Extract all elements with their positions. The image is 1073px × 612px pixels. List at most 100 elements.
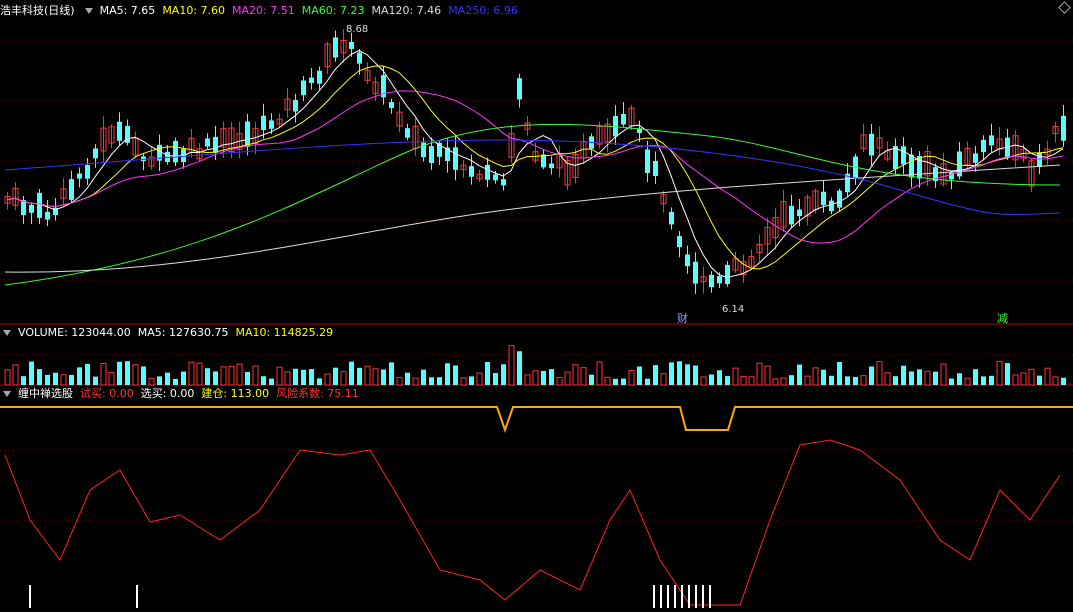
volume-bars[interactable] — [4, 345, 1066, 386]
jiancang-line — [0, 406, 1073, 434]
volume-bar-down — [725, 376, 730, 385]
chart-canvas: 8.68 6.14 财 减 — [0, 24, 1073, 608]
volume-bar-down — [445, 363, 450, 385]
volume-bar-down — [301, 369, 306, 385]
volume-bar-down — [685, 364, 690, 385]
volume-bar-up — [196, 362, 203, 386]
volume-bar-down — [693, 365, 698, 385]
moving-average-lines — [4, 50, 1064, 286]
volume-bar-down — [29, 361, 34, 385]
volume-bar-up — [100, 363, 107, 386]
candle-down — [901, 146, 906, 165]
volume-bar-up — [460, 377, 467, 386]
volume-bar-down — [829, 375, 834, 385]
indicator-label: 建仓: 113.00 — [201, 387, 270, 400]
candle-down — [989, 135, 994, 146]
marker-jian[interactable]: 减 — [997, 312, 1008, 325]
candlestick-series[interactable] — [4, 29, 1066, 294]
ma-label: MA5: 7.65 — [99, 4, 156, 17]
volume-bar-down — [37, 369, 42, 385]
volume-bar-down — [957, 373, 962, 385]
volume-bar-down — [821, 369, 826, 385]
volume-bar-down — [269, 378, 274, 385]
volume-bar-down — [493, 373, 498, 385]
candle-down — [829, 200, 834, 212]
candle-down — [837, 190, 842, 208]
volume-bar-up — [1052, 376, 1059, 386]
volume-bar-down — [837, 361, 842, 385]
collapse-icon[interactable] — [84, 8, 93, 14]
candle-down — [677, 236, 682, 248]
indicator-legend: 试买: 0.00 选买: 0.00 建仓: 113.00 风险系数: 75.11 — [80, 386, 366, 402]
volume-bar-up — [860, 375, 867, 386]
volume-bar-down — [349, 361, 354, 385]
volume-bar-up — [660, 373, 667, 386]
volume-bar-up — [508, 345, 515, 386]
candle-down — [709, 274, 714, 288]
volume-bar-up — [412, 377, 419, 386]
indicator-lines — [0, 406, 1073, 608]
candle-down — [85, 164, 90, 179]
candle-down — [173, 140, 178, 163]
volume-bar-down — [93, 376, 98, 385]
volume-bar-down — [317, 378, 322, 385]
volume-bar-down — [517, 351, 522, 385]
volume-bar-down — [53, 372, 58, 385]
collapse-icon[interactable] — [3, 391, 11, 397]
marker-cai[interactable]: 财 — [677, 311, 688, 325]
volume-bar-down — [45, 374, 50, 385]
volume-bar-down — [677, 361, 682, 385]
ma-label: MA20: 7.51 — [232, 4, 295, 17]
volume-bar-down — [933, 371, 938, 385]
volume-bar-down — [709, 374, 714, 385]
volume-bar-up — [780, 377, 787, 386]
volume-bar-up — [740, 375, 747, 386]
volume-bar-up — [1012, 374, 1019, 386]
volume-bar-down — [973, 369, 978, 385]
candle-down — [349, 41, 354, 49]
candle-down — [245, 121, 250, 147]
volume-bar-up — [476, 372, 483, 386]
candle-down — [981, 139, 986, 153]
volume-bar-down — [381, 369, 386, 385]
ma-label: MA10: 7.60 — [162, 4, 226, 17]
volume-bar-down — [141, 366, 146, 385]
candle-down — [117, 121, 122, 141]
volume-bar-down — [893, 376, 898, 385]
volume-bar-up — [524, 374, 531, 386]
volume-bar-down — [549, 369, 554, 385]
volume-bar-up — [556, 376, 563, 386]
volume-bar-down — [981, 376, 986, 385]
volume-bar-down — [125, 361, 130, 385]
candle-down — [693, 261, 698, 284]
volume-bar-up — [580, 367, 587, 386]
candle-down — [77, 173, 82, 179]
volume-bar-up — [764, 365, 771, 386]
candle-down — [213, 136, 218, 153]
candle-down — [429, 146, 434, 164]
price-panel-header: 浩丰科技(日线) MA5: 7.65 MA10: 7.60 MA20: 7.51 MA… — [0, 3, 532, 19]
volume-bar-down — [389, 362, 394, 385]
volume-bar-up — [772, 378, 779, 386]
indicator-label: 选买: 0.00 — [140, 387, 195, 400]
volume-bar-up — [964, 377, 971, 386]
collapse-icon[interactable] — [3, 330, 11, 336]
indicator-panel-header: 缠中禅选股 试买: 0.00 选买: 0.00 建仓: 113.00 风险系数: 75… — [0, 386, 373, 402]
volume-bar-down — [261, 376, 266, 385]
volume-bar-down — [357, 367, 362, 385]
volume-bar-down — [645, 378, 650, 385]
volume-bar-down — [637, 366, 642, 385]
volume-bar-up — [188, 361, 195, 386]
volume-bar-up — [396, 376, 403, 386]
candle-down — [309, 77, 314, 83]
volume-bar-up — [236, 363, 243, 386]
volume-bar-down — [613, 378, 618, 385]
volume-bar-down — [205, 368, 210, 385]
candle-down — [821, 191, 826, 206]
volume-bar-down — [541, 370, 546, 385]
volume-bar-down — [469, 376, 474, 385]
volume-bar-up — [340, 371, 347, 386]
volume-bar-down — [421, 369, 426, 385]
ma-label: MA60: 7.23 — [301, 4, 365, 17]
volume-bar-up — [596, 361, 603, 386]
